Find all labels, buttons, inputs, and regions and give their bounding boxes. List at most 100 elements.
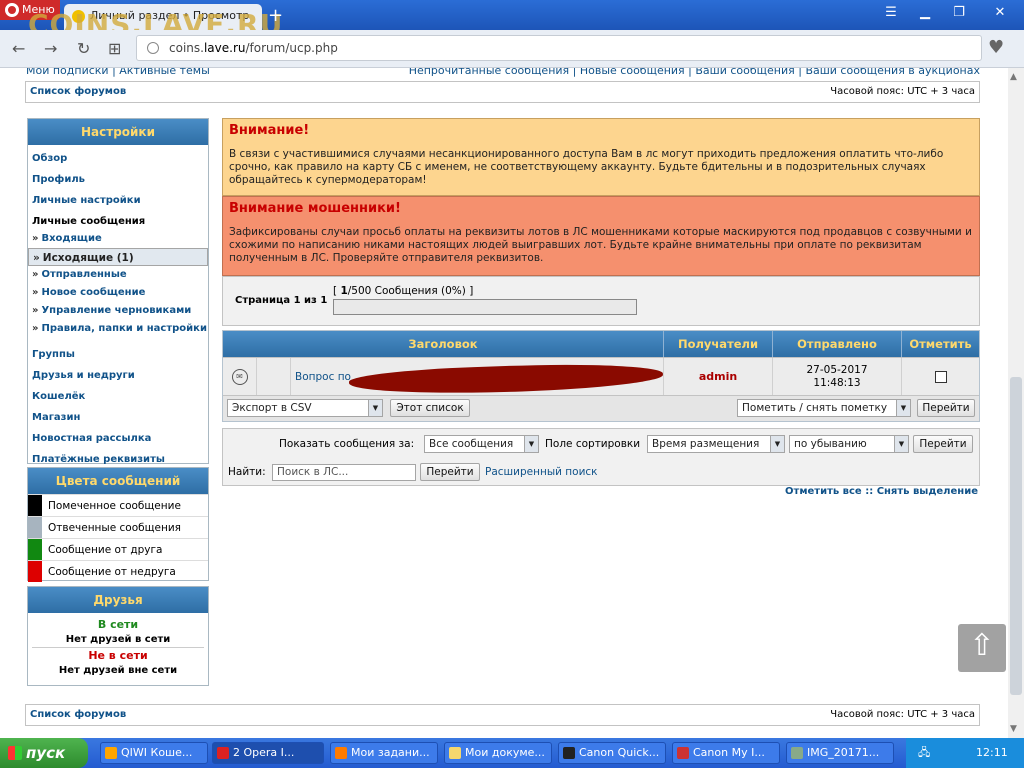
- table-row[interactable]: ✉ Вопрос по admin 27-05-2017 11:48:13: [223, 357, 979, 398]
- page-info: Страница 1 из 1: [235, 295, 328, 306]
- folder-icon: [449, 747, 461, 759]
- warning-title: Внимание!: [229, 123, 310, 138]
- forum-list-link[interactable]: Список форумов: [30, 709, 126, 720]
- maximize-icon[interactable]: ❐: [942, 2, 976, 24]
- mark-all-link[interactable]: Отметить все: [785, 486, 862, 497]
- mark-checkbox[interactable]: [934, 370, 947, 383]
- search-label: Найти:: [228, 466, 266, 478]
- search-input[interactable]: Поиск в ЛС...: [272, 464, 416, 481]
- pagination-box: Страница 1 из 1 [ 1/500 Сообщения (0%) ]: [222, 276, 980, 326]
- sidebar-item-overview[interactable]: Обзор: [28, 148, 208, 169]
- fraud-warning-notice: Внимание мошенники! Зафиксированы случаи…: [222, 196, 980, 276]
- forum-page: Мои подписки | Активные темы Непрочитанн…: [0, 68, 1008, 738]
- new-tab-button[interactable]: +: [268, 5, 283, 26]
- filter-go-button[interactable]: Перейти: [913, 435, 973, 453]
- taskbar-item-img[interactable]: IMG_20171...: [786, 742, 894, 764]
- color-swatch: [28, 517, 42, 538]
- windows-logo-icon: [8, 746, 22, 760]
- scroll-thumb[interactable]: [1010, 377, 1022, 695]
- timezone-label: Часовой пояс: UTC + 3 часа: [830, 86, 975, 97]
- arrow-icon: »: [32, 323, 39, 334]
- recipient-name[interactable]: admin: [699, 370, 737, 383]
- settings-title: Настройки: [28, 119, 208, 145]
- forum-list-link[interactable]: Список форумов: [30, 86, 126, 97]
- bookmark-heart-icon[interactable]: ♥: [988, 37, 1004, 58]
- online-label: В сети: [97, 618, 139, 631]
- minimize-icon[interactable]: ▁: [908, 2, 942, 24]
- mark-all-links: Отметить все :: Снять выделение: [785, 486, 978, 497]
- scroll-to-top-icon[interactable]: ⇧: [958, 624, 1006, 672]
- canon-my-icon: [677, 747, 689, 759]
- speed-dial-icon[interactable]: ⊞: [108, 39, 121, 58]
- sidebar-item-friends-foes[interactable]: Друзья и недруги: [28, 365, 208, 386]
- sidebar-item-personal-settings[interactable]: Личные настройки: [28, 190, 208, 211]
- top-links-left[interactable]: Мои подписки | Активные темы: [26, 68, 210, 77]
- advanced-search-link[interactable]: Расширенный поиск: [485, 466, 598, 478]
- sidebar-item-shop[interactable]: Магазин: [28, 407, 208, 428]
- windows-taskbar: пуск QIWI Коше... 2 Opera I... Мои задан…: [0, 738, 1024, 768]
- sent-time: 11:48:13: [813, 376, 861, 389]
- sidebar-item-rules-folders[interactable]: » Правила, папки и настройки: [28, 320, 208, 338]
- offline-none-text: Нет друзей вне сети: [58, 665, 178, 676]
- sidebar-item-groups[interactable]: Группы: [28, 344, 208, 365]
- tab-list-icon[interactable]: ☰: [874, 2, 908, 24]
- sidebar-item-inbox[interactable]: » Входящие: [28, 230, 208, 248]
- color-legend-marked: Помеченное сообщение: [28, 494, 208, 516]
- sidebar-item-drafts[interactable]: » Управление черновиками: [28, 302, 208, 320]
- color-legend-replied: Отвеченные сообщения: [28, 516, 208, 538]
- back-icon[interactable]: ←: [12, 39, 25, 58]
- address-bar-row: ← → ↻ ⊞ coins.lave.ru/forum/ucp.php: [0, 30, 1024, 68]
- top-links: Мои подписки | Активные темы Непрочитанн…: [26, 68, 980, 77]
- site-info-icon[interactable]: [147, 42, 159, 54]
- reload-icon[interactable]: ↻: [77, 39, 90, 58]
- header-recipients[interactable]: Получатели: [664, 331, 773, 357]
- sort-field-select[interactable]: Время размещения ▼: [647, 435, 785, 453]
- mark-action-select[interactable]: Пометить / снять пометку ▼: [737, 399, 911, 417]
- sidebar-item-wallet[interactable]: Кошелёк: [28, 386, 208, 407]
- sort-field-label: Поле сортировки: [545, 438, 641, 450]
- quota-progress-bar: [333, 299, 637, 315]
- arrow-icon: »: [32, 287, 39, 298]
- taskbar-item-canon-my[interactable]: Canon My I...: [672, 742, 780, 764]
- message-subject-link[interactable]: Вопрос по: [295, 371, 351, 383]
- mark-go-button[interactable]: Перейти: [917, 399, 975, 417]
- search-go-button[interactable]: Перейти: [420, 463, 480, 481]
- export-list-button[interactable]: Этот список: [390, 399, 470, 417]
- arrow-icon: »: [33, 252, 40, 264]
- forward-icon[interactable]: →: [44, 39, 57, 58]
- color-swatch: [28, 561, 42, 582]
- taskbar-item-opera[interactable]: 2 Opera I...: [212, 742, 324, 764]
- filter-box: Показать сообщения за: Все сообщения ▼ По…: [222, 428, 980, 486]
- header-subject[interactable]: Заголовок: [223, 331, 664, 357]
- chevron-down-icon: ▼: [894, 436, 908, 452]
- unmark-all-link[interactable]: Снять выделение: [877, 486, 978, 497]
- sidebar-item-new-message[interactable]: » Новое сообщение: [28, 284, 208, 302]
- table-footer: Экспорт в CSV ▼ Этот список Пометить / сн…: [223, 395, 979, 421]
- sidebar-item-sent[interactable]: » Отправленные: [28, 266, 208, 284]
- close-window-icon[interactable]: ✕: [976, 2, 1024, 24]
- timezone-label: Часовой пояс: UTC + 3 часа: [830, 709, 975, 720]
- taskbar-item-documents[interactable]: Мои докуме...: [444, 742, 552, 764]
- sidebar-item-profile[interactable]: Профиль: [28, 169, 208, 190]
- network-icon[interactable]: 🖧: [918, 738, 930, 768]
- show-messages-select[interactable]: Все сообщения ▼: [424, 435, 539, 453]
- firefox-icon: [335, 747, 347, 759]
- scroll-up-icon[interactable]: ▲: [1010, 72, 1017, 82]
- page-scrollbar[interactable]: ▲ ▼: [1008, 68, 1024, 738]
- taskbar-item-canon-quick[interactable]: Canon Quick...: [558, 742, 666, 764]
- offline-label: Не в сети: [32, 647, 204, 663]
- start-button[interactable]: пуск: [0, 738, 88, 768]
- clock: 12:11: [976, 746, 1008, 759]
- sidebar-item-newsletter[interactable]: Новостная рассылка: [28, 428, 208, 449]
- taskbar-item-qiwi[interactable]: QIWI Коше...: [100, 742, 208, 764]
- sidebar-item-outbox[interactable]: » Исходящие (1): [28, 248, 208, 266]
- sort-order-select[interactable]: по убыванию ▼: [789, 435, 909, 453]
- top-links-right[interactable]: Непрочитанные сообщения | Новые сообщени…: [409, 68, 980, 77]
- friends-title: Друзья: [28, 587, 208, 613]
- arrow-icon: »: [32, 305, 39, 316]
- taskbar-item-tasks[interactable]: Мои задани...: [330, 742, 438, 764]
- url-field[interactable]: coins.lave.ru/forum/ucp.php: [136, 35, 982, 61]
- scroll-down-icon[interactable]: ▼: [1010, 724, 1017, 734]
- header-sent[interactable]: Отправлено: [773, 331, 902, 357]
- export-select[interactable]: Экспорт в CSV ▼: [227, 399, 383, 417]
